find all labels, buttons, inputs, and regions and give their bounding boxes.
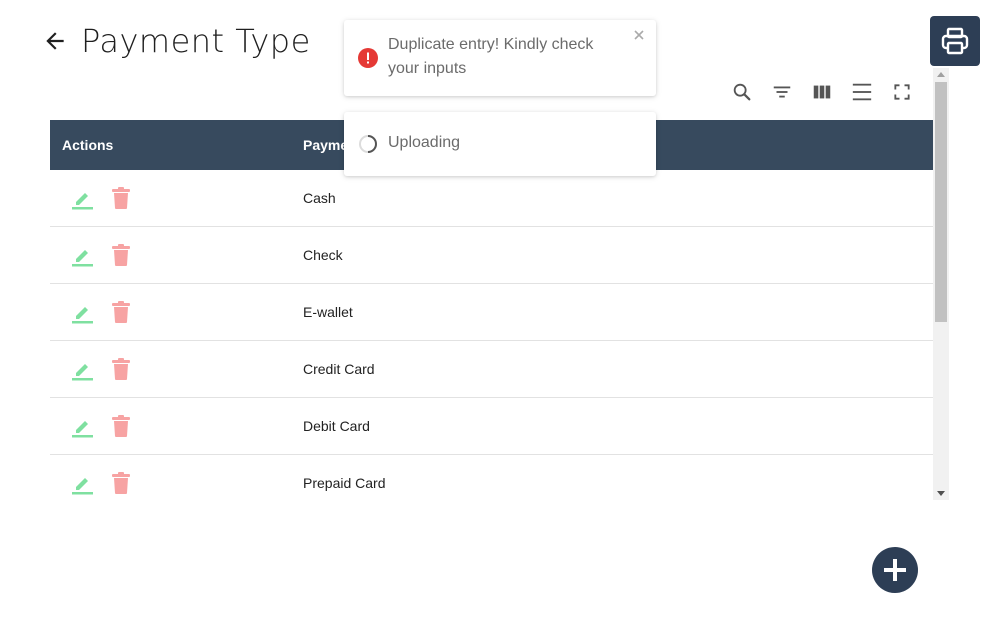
pencil-icon bbox=[72, 307, 93, 324]
back-button[interactable] bbox=[40, 26, 70, 56]
trash-icon bbox=[112, 415, 130, 437]
print-button[interactable] bbox=[930, 16, 980, 66]
table-row: E-wallet bbox=[50, 284, 933, 341]
error-toast: Duplicate entry! Kindly check your input… bbox=[344, 20, 656, 96]
columns-button[interactable] bbox=[810, 80, 834, 104]
table-row: Cash bbox=[50, 170, 933, 227]
row-actions bbox=[50, 242, 303, 268]
delete-button[interactable] bbox=[110, 470, 132, 496]
row-actions bbox=[50, 470, 303, 496]
add-payment-type-button[interactable] bbox=[872, 547, 918, 593]
arrow-left-icon bbox=[46, 32, 64, 50]
delete-button[interactable] bbox=[110, 413, 132, 439]
filter-icon bbox=[773, 86, 791, 98]
delete-button[interactable] bbox=[110, 299, 132, 325]
payment-type-name: Cash bbox=[303, 190, 336, 206]
edit-button[interactable] bbox=[70, 299, 94, 325]
edit-button[interactable] bbox=[70, 413, 94, 439]
uploading-message: Uploading bbox=[388, 134, 461, 151]
table-scrollbar[interactable] bbox=[933, 68, 949, 500]
row-actions bbox=[50, 356, 303, 382]
trash-icon bbox=[112, 358, 130, 380]
delete-button[interactable] bbox=[110, 356, 132, 382]
scroll-down-arrow[interactable] bbox=[933, 488, 949, 500]
edit-button[interactable] bbox=[70, 470, 94, 496]
filter-button[interactable] bbox=[770, 80, 794, 104]
scroll-thumb[interactable] bbox=[935, 82, 947, 322]
edit-button[interactable] bbox=[70, 242, 94, 268]
page: Payment Type Actions Payment Cash Check … bbox=[0, 0, 1000, 625]
spinner-icon bbox=[358, 134, 378, 159]
table-row: Prepaid Card bbox=[50, 455, 933, 500]
row-actions bbox=[50, 413, 303, 439]
columns-icon bbox=[813, 85, 831, 99]
page-title: Payment Type bbox=[81, 22, 311, 60]
payment-type-name: Prepaid Card bbox=[303, 475, 386, 491]
plus-icon bbox=[884, 559, 906, 581]
error-icon bbox=[358, 48, 378, 73]
caret-down-icon bbox=[937, 491, 945, 496]
search-icon bbox=[733, 83, 751, 101]
table-toolbar bbox=[730, 80, 930, 104]
edit-button[interactable] bbox=[70, 185, 94, 211]
payment-type-name: Check bbox=[303, 247, 343, 263]
row-actions bbox=[50, 185, 303, 211]
payment-type-name: Credit Card bbox=[303, 361, 375, 377]
payment-type-name: E-wallet bbox=[303, 304, 353, 320]
pencil-icon bbox=[72, 193, 93, 210]
table-row: Credit Card bbox=[50, 341, 933, 398]
column-header-actions[interactable]: Actions bbox=[50, 137, 303, 153]
pencil-icon bbox=[72, 250, 93, 267]
delete-button[interactable] bbox=[110, 242, 132, 268]
uploading-toast: Uploading bbox=[344, 112, 656, 176]
trash-icon bbox=[112, 244, 130, 266]
payment-type-name: Debit Card bbox=[303, 418, 370, 434]
trash-icon bbox=[112, 472, 130, 494]
pencil-icon bbox=[72, 364, 93, 381]
error-message: Duplicate entry! Kindly check your input… bbox=[388, 36, 594, 77]
fullscreen-icon bbox=[894, 84, 910, 100]
printer-icon bbox=[941, 27, 969, 55]
table-row: Check bbox=[50, 227, 933, 284]
pencil-icon bbox=[72, 421, 93, 438]
search-button[interactable] bbox=[730, 80, 754, 104]
close-toast-button[interactable] bbox=[632, 28, 646, 42]
trash-icon bbox=[112, 301, 130, 323]
pencil-icon bbox=[72, 478, 93, 495]
trash-icon bbox=[112, 187, 130, 209]
payment-type-table: Actions Payment Type bbox=[50, 120, 933, 500]
scroll-up-arrow[interactable] bbox=[933, 68, 949, 80]
edit-button[interactable] bbox=[70, 356, 94, 382]
caret-up-icon bbox=[937, 72, 945, 77]
delete-button[interactable] bbox=[110, 185, 132, 211]
close-icon bbox=[634, 30, 644, 40]
table-row: Debit Card bbox=[50, 398, 933, 455]
fullscreen-button[interactable] bbox=[890, 80, 914, 104]
density-icon bbox=[852, 83, 872, 101]
density-button[interactable] bbox=[850, 80, 874, 104]
row-actions bbox=[50, 299, 303, 325]
